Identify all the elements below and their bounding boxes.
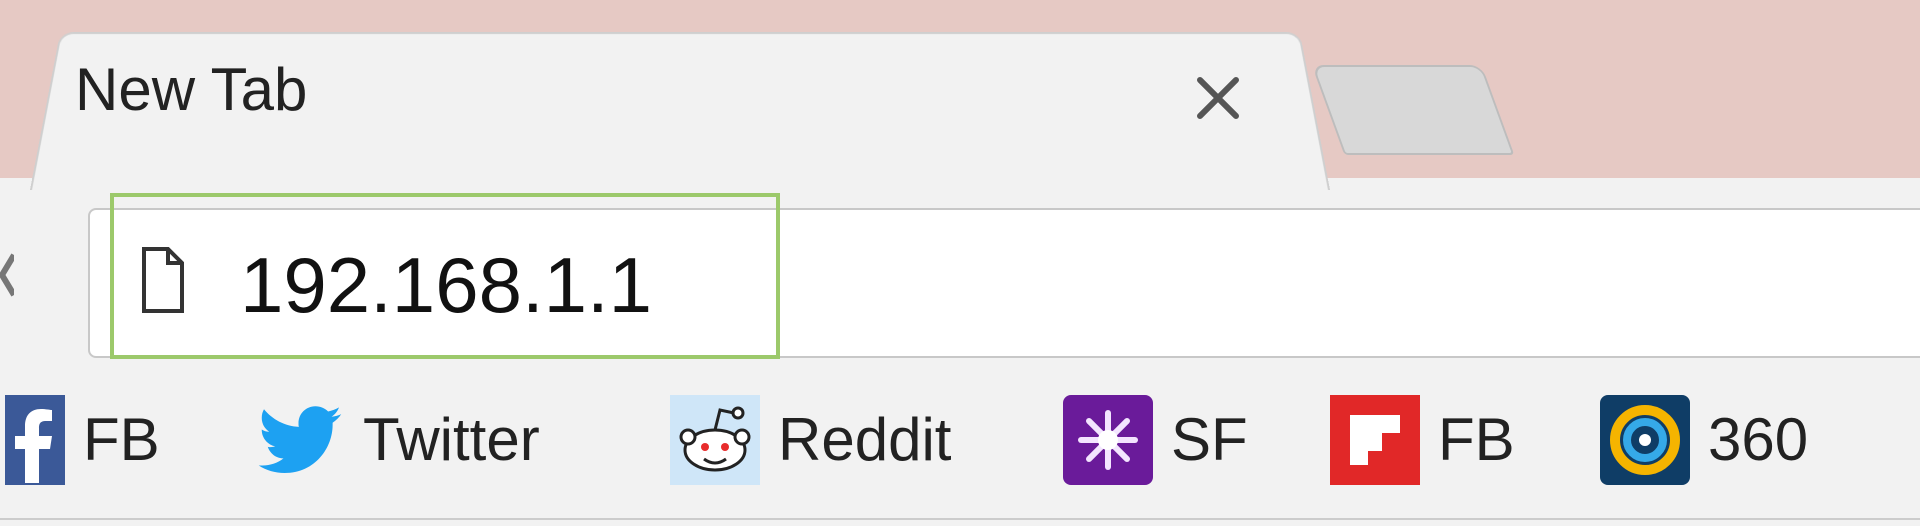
twitter-icon (255, 395, 345, 485)
page-icon (140, 245, 186, 315)
flipboard-icon (1330, 395, 1420, 485)
new-tab-button[interactable] (1311, 65, 1515, 155)
bookmark-label: FB (1438, 406, 1515, 473)
bookmark-label: 360 (1708, 406, 1809, 473)
close-tab-icon[interactable] (1192, 72, 1244, 124)
bookmark-sf[interactable]: SF (1063, 392, 1248, 488)
sf-icon (1063, 395, 1153, 485)
facebook-icon (5, 395, 65, 485)
bookmark-label: FB (83, 406, 160, 473)
bookmark-label: Reddit (778, 406, 952, 473)
bookmark-label: Twitter (363, 406, 540, 473)
tab-title: New Tab (75, 56, 308, 123)
reddit-icon (670, 395, 760, 485)
bookmark-360[interactable]: 360 (1600, 392, 1808, 488)
360-icon (1600, 395, 1690, 485)
bookmark-fb[interactable]: FB (5, 392, 160, 488)
bookmark-twitter[interactable]: Twitter (255, 392, 540, 488)
bookmark-flipboard[interactable]: FB (1330, 392, 1515, 488)
back-arrow-icon[interactable] (0, 245, 17, 305)
bookmark-label: SF (1171, 406, 1248, 473)
toolbar-bottom-border (0, 518, 1920, 520)
bookmark-reddit[interactable]: Reddit (670, 392, 951, 488)
url-input[interactable] (240, 235, 1840, 335)
